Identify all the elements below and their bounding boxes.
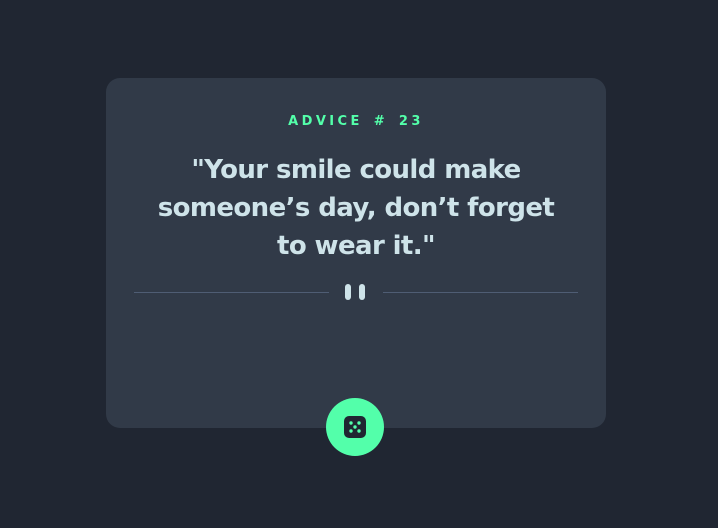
advice-label: ADVICE <box>288 114 363 129</box>
advice-number: 23 <box>398 114 424 129</box>
divider-line-left <box>134 292 329 293</box>
divider-line-right <box>383 292 578 293</box>
advice-quote: "Your smile could make someone’s day, do… <box>157 155 555 261</box>
pause-bar-left <box>345 284 351 300</box>
pattern-divider <box>134 282 578 302</box>
advice-id: ADVICE # 23 <box>106 115 606 129</box>
generate-advice-button[interactable] <box>326 398 384 456</box>
pause-bar-right <box>359 284 365 300</box>
dice-icon <box>344 416 366 438</box>
page: ADVICE # 23 "Your smile could make someo… <box>0 0 718 528</box>
pause-icon <box>345 284 367 300</box>
advice-hash: # <box>373 114 388 129</box>
advice-card: ADVICE # 23 "Your smile could make someo… <box>106 78 606 428</box>
